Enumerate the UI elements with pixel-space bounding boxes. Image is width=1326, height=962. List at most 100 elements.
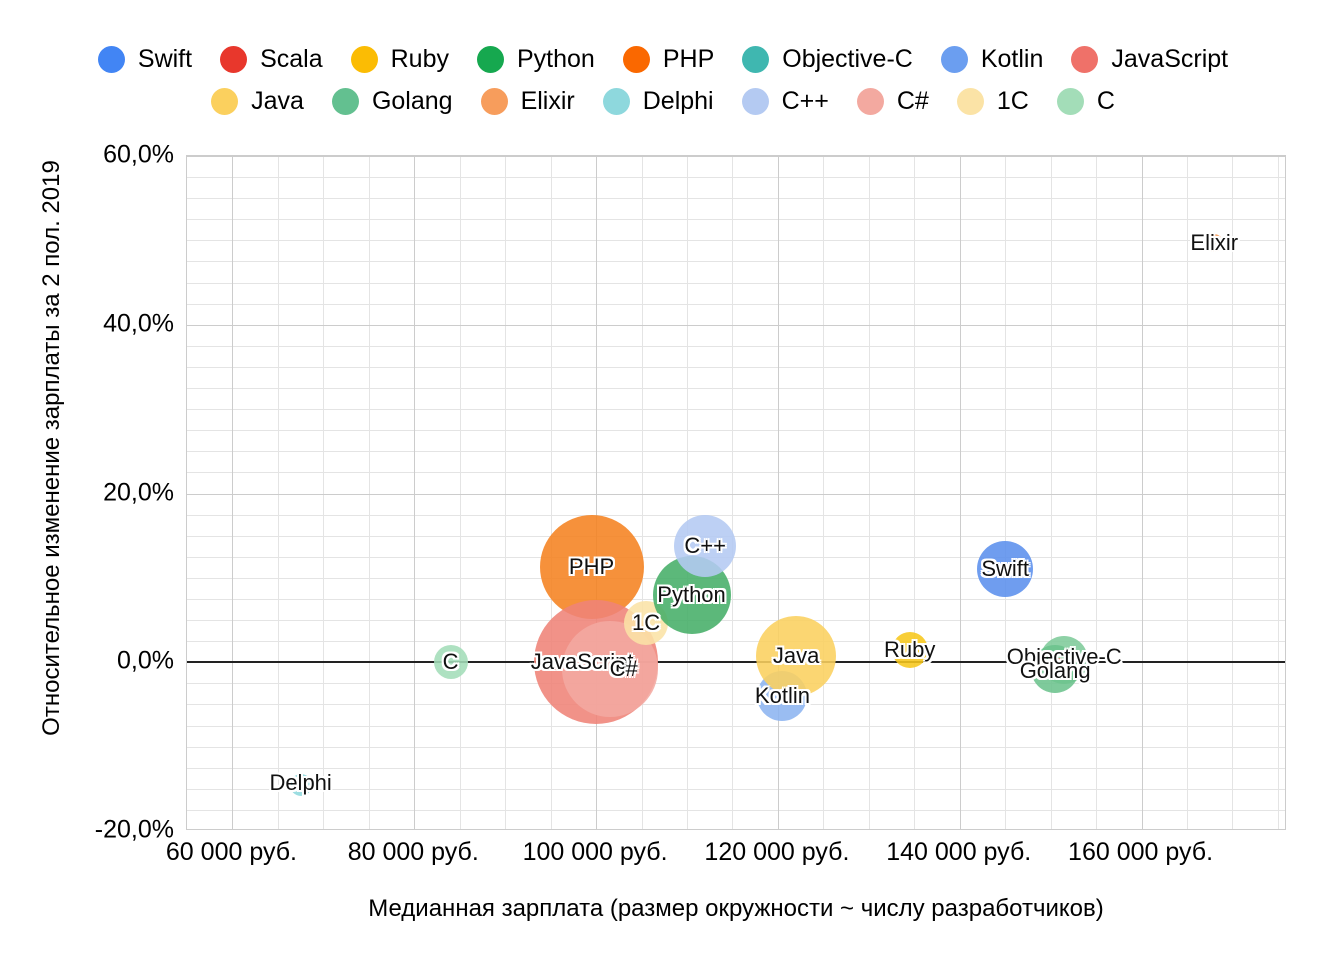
bubble-label-ruby: Ruby: [884, 636, 936, 662]
legend-swatch-icon: [741, 87, 769, 115]
gridline-horizontal: [187, 472, 1285, 474]
gridline-vertical: [641, 156, 643, 829]
legend-item-php[interactable]: PHP: [622, 44, 715, 73]
gridline-horizontal: [187, 451, 1285, 453]
gridline-horizontal: [187, 198, 1285, 200]
legend-swatch-icon: [742, 45, 770, 73]
bubble-label-python: Python: [657, 581, 726, 607]
legend-item-c[interactable]: C: [1056, 86, 1115, 115]
legend-item-label: Ruby: [390, 44, 449, 73]
gridline-horizontal-major: [187, 493, 1285, 495]
gridline-horizontal-major: [187, 324, 1285, 326]
gridline-vertical: [414, 156, 416, 829]
gridline-horizontal: [187, 641, 1285, 643]
y-axis-tick-label: -20,0%: [94, 815, 174, 844]
legend-item-elixir[interactable]: Elixir: [480, 87, 575, 115]
legend-item-label: 1C: [996, 86, 1029, 115]
bubble-label-swift: Swift: [981, 556, 1030, 582]
legend-item-python[interactable]: Python: [477, 45, 595, 73]
x-axis-title: Медианная зарплата (размер окружности ~ …: [368, 895, 1104, 922]
gridline-vertical-major: [777, 156, 779, 829]
legend-item-kotlin[interactable]: Kotlin: [940, 44, 1044, 73]
gridline-vertical: [1096, 156, 1098, 829]
legend-item-javascript[interactable]: JavaScript: [1071, 45, 1228, 73]
y-axis-tick-label: 60,0%: [103, 140, 174, 169]
gridline-horizontal: [187, 282, 1285, 284]
bubble-label-php: PHP: [568, 553, 615, 579]
gridline-horizontal: [187, 598, 1285, 600]
legend-item-label: C++: [781, 86, 829, 115]
legend-item-label: Kotlin: [980, 44, 1044, 73]
gridline-horizontal: [187, 156, 1285, 157]
minor-gridlines: [187, 156, 1285, 829]
y-axis-tick-label: 20,0%: [103, 478, 174, 506]
legend-swatch-icon: [477, 45, 504, 73]
legend-swatch-icon: [97, 45, 125, 73]
gridline-vertical: [596, 156, 598, 829]
legend-item-label: C#: [896, 86, 929, 115]
legend-item-java[interactable]: Java: [211, 87, 304, 115]
y-axis-tick-label: 0,0%: [117, 646, 174, 675]
legend-item-swift[interactable]: Swift: [97, 45, 192, 73]
legend-item-ruby[interactable]: Ruby: [350, 44, 449, 73]
gridline-horizontal: [187, 620, 1285, 622]
legend-swatch-icon: [480, 87, 508, 115]
gridline-vertical: [687, 156, 688, 829]
gridline-vertical: [368, 156, 370, 829]
legend-item-c-[interactable]: C#: [856, 86, 929, 115]
legend-item-delphi[interactable]: Delphi: [602, 87, 714, 115]
gridline-horizontal: [187, 683, 1285, 685]
gridline-vertical: [1141, 156, 1143, 829]
chart-legend: Swift Scala Ruby Python PHP Objective-C Kotlin…: [0, 38, 1326, 122]
legend-swatch-icon: [940, 45, 968, 73]
legend-swatch-icon: [1056, 87, 1084, 115]
gridline-horizontal: [187, 177, 1285, 179]
x-axis-tick-label: 80 000 руб.: [347, 838, 479, 866]
legend-item-objective-c[interactable]: Objective-C: [742, 45, 913, 73]
gridline-vertical: [777, 156, 779, 829]
gridline-horizontal: [187, 240, 1285, 242]
gridline-horizontal: [187, 767, 1285, 769]
legend-item-label: C: [1096, 86, 1115, 115]
gridline-vertical: [1050, 156, 1052, 829]
bubble-label-elixir: Elixir: [1190, 229, 1239, 255]
gridline-vertical: [1232, 156, 1234, 829]
legend-item-c-[interactable]: C++: [741, 86, 829, 115]
bubble-label-delphi: Delphi: [269, 769, 332, 795]
gridline-vertical: [868, 156, 870, 829]
legend-item-1c[interactable]: 1C: [956, 86, 1029, 115]
legend-item-label: Scala: [260, 44, 323, 73]
legend-item-label: Golang: [371, 86, 453, 115]
legend-swatch-icon: [602, 87, 630, 115]
gridline-horizontal: [187, 430, 1285, 432]
gridline-horizontal: [187, 535, 1285, 537]
gridline-vertical-major: [232, 156, 234, 829]
legend-row: Java Golang Elixir Delphi C++ C# 1C C: [0, 80, 1326, 122]
gridline-vertical: [1187, 156, 1188, 829]
legend-item-scala[interactable]: Scala: [220, 44, 323, 73]
gridline-horizontal: [187, 788, 1285, 790]
gridline-horizontal: [187, 725, 1285, 727]
bubble-chart: Swift Scala Ruby Python PHP Objective-C Kotlin…: [0, 0, 1326, 962]
gridline-horizontal: [187, 219, 1285, 221]
gridline-vertical: [550, 156, 552, 829]
legend-swatch-icon: [220, 45, 248, 73]
gridline-horizontal: [187, 303, 1285, 305]
gridline-vertical: [505, 156, 507, 829]
legend-item-label: PHP: [662, 44, 715, 73]
x-axis-tick-label: 160 000 руб.: [1068, 838, 1214, 866]
gridline-vertical: [323, 156, 325, 829]
y-axis-tick-label: 40,0%: [103, 309, 174, 338]
gridline-horizontal: [187, 809, 1285, 811]
gridline-horizontal: [187, 577, 1285, 579]
gridline-vertical: [823, 156, 825, 829]
gridline-vertical: [1005, 156, 1007, 829]
bubble-label-golang: Golang: [1019, 658, 1091, 683]
gridline-vertical: [459, 156, 461, 829]
bubble-label-c: C: [442, 649, 459, 675]
legend-row: Swift Scala Ruby Python PHP Objective-C Kotlin…: [0, 38, 1326, 80]
legend-item-golang[interactable]: Golang: [331, 86, 453, 115]
plot-area: Delphi C PHP JavaScript C# 1C Python C++ Kotlin J…: [186, 155, 1286, 830]
legend-swatch-icon: [350, 45, 378, 73]
gridline-vertical: [959, 156, 961, 829]
